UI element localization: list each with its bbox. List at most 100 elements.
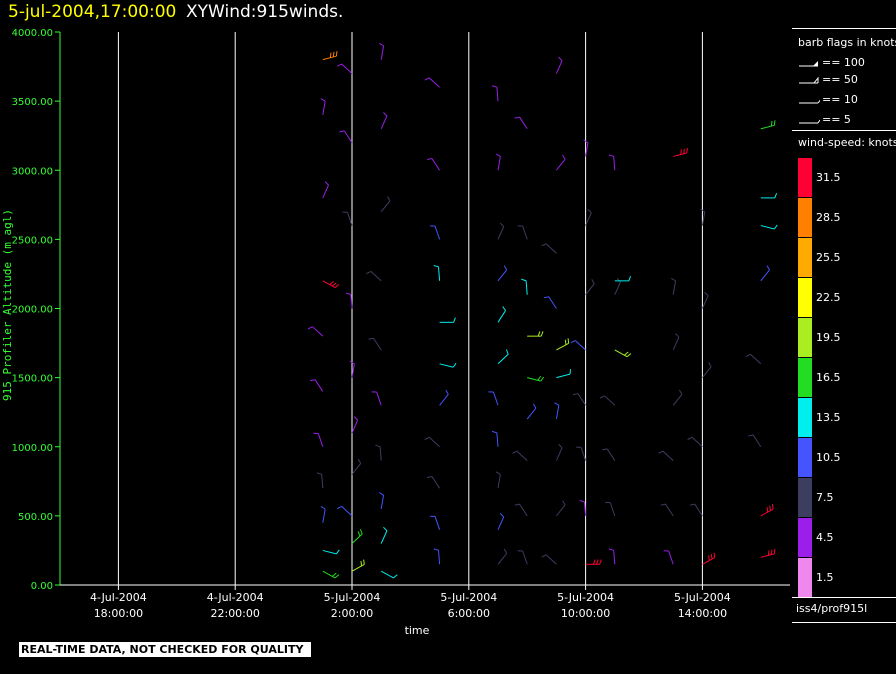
- wind-barb: [497, 156, 501, 171]
- wind-barb: [556, 342, 569, 351]
- wind-barb: [760, 269, 770, 282]
- speed-scale-label: 22.5: [816, 291, 841, 304]
- wind-barb: [379, 446, 382, 461]
- plot-axes: [59, 32, 790, 586]
- speed-color-swatch: [798, 278, 812, 317]
- wind-barb-flag: [767, 550, 770, 556]
- wind-barb-flag: [713, 552, 716, 558]
- wind-barb-flag: [562, 154, 566, 160]
- wind-barb: [312, 326, 324, 337]
- legend-rule: [792, 28, 896, 29]
- wind-barb: [556, 504, 566, 517]
- wind-barb: [351, 463, 362, 475]
- speed-color-swatch: [798, 438, 812, 477]
- y-tick-label: 2000.00: [12, 305, 53, 316]
- wind-barb-flag: [334, 283, 340, 288]
- wind-barb: [668, 550, 674, 565]
- legend-rule: [792, 597, 896, 598]
- x-tick-time: 10:00:00: [561, 607, 610, 620]
- wind-barb-flag: [599, 395, 605, 399]
- wind-barb: [609, 502, 616, 517]
- y-tick-label: 2500.00: [12, 235, 53, 246]
- wind-barb: [341, 506, 353, 517]
- x-axis-ticks: 4-Jul-2004 18:00:00 4-Jul-2004 22:00:00 5-Ju…: [90, 585, 731, 620]
- speed-scale-label: 7.5: [816, 491, 834, 504]
- wind-barb-flag: [495, 471, 501, 475]
- wind-barb: [555, 60, 563, 74]
- wind-barb-flag: [626, 353, 632, 358]
- wind-barb: [317, 433, 324, 447]
- wind-barb-flag: [628, 276, 632, 282]
- wind-barb: [556, 373, 571, 379]
- wind-barb-flag: [514, 503, 520, 506]
- x-tick-date: 4-Jul-2004: [207, 591, 264, 604]
- wind-barb-flag: [383, 526, 388, 532]
- wind-barb: [760, 553, 775, 558]
- wind-barb: [662, 450, 674, 461]
- wind-barb: [437, 550, 441, 565]
- x-axis-label: time: [405, 624, 430, 637]
- x-tick-time: 22:00:00: [210, 607, 259, 620]
- wind-barb-flag: [562, 500, 566, 506]
- wind-barb-flag: [572, 393, 579, 396]
- wind-barb-flag: [579, 500, 585, 503]
- wind-barb-flag: [704, 291, 709, 297]
- wind-barb: [428, 77, 440, 88]
- wind-barb-flag: [678, 389, 683, 395]
- wind-barb: [351, 564, 365, 572]
- wind-barb: [694, 503, 703, 517]
- speed-scale-label: 10.5: [816, 451, 841, 464]
- wind-barb: [672, 393, 683, 406]
- wind-barb-flag: [532, 403, 537, 409]
- wind-barb: [574, 340, 586, 351]
- y-tick-label: 1500.00: [12, 374, 53, 385]
- wind-barb-flag: [541, 554, 547, 558]
- wind-barb: [434, 516, 441, 530]
- wind-barb-flag: [689, 503, 695, 506]
- speed-scale-label: 16.5: [816, 371, 841, 384]
- wind-barb: [343, 130, 353, 143]
- wind-barb-flag: [332, 282, 337, 287]
- wind-barb-flag: [433, 548, 439, 551]
- x-tick-date: 5-Jul-2004: [557, 591, 614, 604]
- wind-barb-flag: [540, 376, 545, 382]
- speed-scale-label: 1.5: [816, 571, 834, 584]
- wind-barb: [525, 280, 528, 295]
- wind-barb: [701, 295, 709, 309]
- wind-barb: [752, 434, 762, 448]
- wind-barb-flag: [599, 559, 602, 565]
- wind-barb: [370, 271, 382, 282]
- wind-barb-flag: [320, 98, 326, 102]
- wind-barb: [341, 63, 353, 74]
- speed-scale-label: 31.5: [816, 171, 841, 184]
- wind-barb: [577, 393, 587, 406]
- wind-barb-flag: [680, 149, 682, 155]
- wind-barb: [760, 225, 775, 230]
- wind-barb: [380, 45, 385, 60]
- wind-barb-flag: [332, 51, 335, 58]
- wind-barb: [431, 476, 441, 489]
- wind-barb: [321, 474, 324, 489]
- wind-barb-flag: [769, 505, 771, 511]
- wind-barb-flag: [624, 351, 629, 356]
- wind-barb: [613, 550, 616, 565]
- wind-barb: [556, 158, 566, 171]
- wind-barb: [665, 503, 674, 517]
- wind-barb: [322, 508, 326, 523]
- wind-barb: [613, 156, 616, 171]
- wind-barb: [380, 570, 394, 579]
- wind-barb-flag: [332, 572, 337, 577]
- y-tick-label: 3000.00: [12, 166, 53, 177]
- wind-barb-flag: [686, 147, 688, 154]
- wind-barb-flag: [708, 555, 710, 561]
- wind-barb-flag: [379, 492, 384, 496]
- wind-barb-flag: [310, 379, 316, 382]
- half-barb-icon: [799, 119, 820, 124]
- quality-notice: REAL-TIME DATA, NOT CHECKED FOR QUALITY: [19, 642, 311, 657]
- wind-barb: [545, 554, 557, 565]
- wind-barb-flag: [386, 196, 391, 202]
- speed-color-swatch: [798, 478, 812, 517]
- wind-barb: [373, 337, 382, 351]
- wind-barb: [545, 243, 557, 254]
- wind-barb-flag: [366, 270, 372, 275]
